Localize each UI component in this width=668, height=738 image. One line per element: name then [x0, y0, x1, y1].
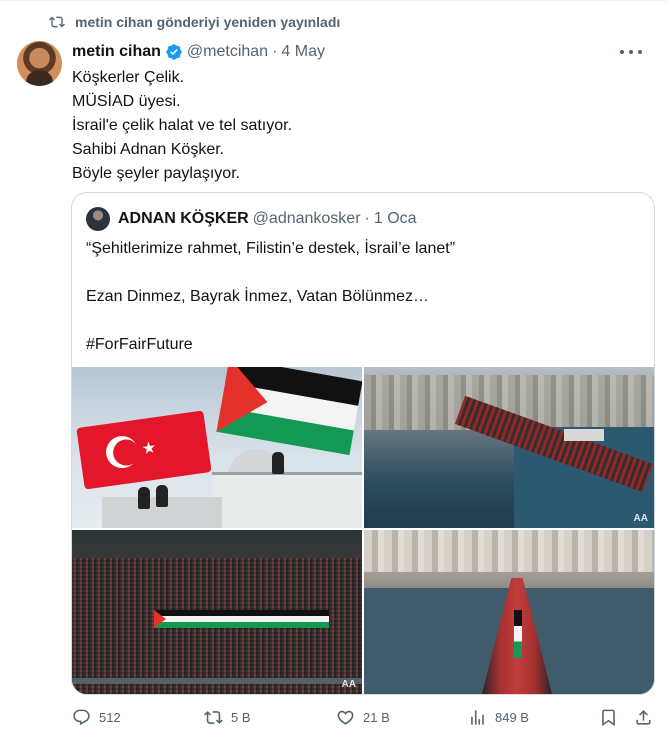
person-figure	[272, 452, 284, 474]
person-figure	[156, 485, 168, 507]
photo-flags-rooftop[interactable]: ★	[72, 367, 362, 528]
photo-bridge-aerial[interactable]: AA	[364, 367, 654, 528]
quote-author-avatar[interactable]	[86, 207, 110, 231]
tweet-line: İsrail'e çelik halat ve tel satıyor.	[72, 117, 293, 134]
author-handle[interactable]: @metcihan	[187, 43, 268, 61]
repost-context[interactable]: metin cihan gönderiyi yeniden yayınladı	[49, 14, 340, 30]
heart-icon	[337, 710, 354, 725]
dot	[629, 50, 633, 54]
photo-crowd-banner[interactable]: AA	[72, 530, 362, 694]
quote-author-handle[interactable]: @adnankosker	[253, 210, 361, 228]
railing	[72, 678, 362, 684]
quote-author-name[interactable]: ADNAN KÖŞKER	[118, 210, 249, 228]
palestinian-banner-icon	[154, 610, 329, 628]
quoted-tweet[interactable]: ADNAN KÖŞKER @adnankosker · 1 Oca “Şehit…	[71, 192, 655, 695]
reply-icon	[73, 709, 90, 726]
bookmark-button[interactable]	[599, 708, 618, 727]
views-button[interactable]: 849 B	[468, 708, 529, 727]
action-bar: 512 5 B 21 B 849 B	[72, 708, 652, 730]
repost-button[interactable]: 5 B	[204, 708, 251, 727]
views-chart-icon	[471, 710, 484, 725]
tweet-line: Böyle şeyler paylaşıyor.	[72, 165, 241, 182]
flag-banner-icon	[514, 610, 522, 658]
photo-bridge-crowd[interactable]	[364, 530, 654, 694]
person-figure	[138, 487, 150, 509]
more-options-icon[interactable]	[620, 43, 642, 61]
city-skyline	[364, 530, 654, 572]
building-shape	[212, 472, 362, 528]
quote-meta-separator: ·	[364, 210, 370, 227]
share-button[interactable]	[634, 708, 653, 727]
repost-icon	[204, 711, 223, 724]
reply-count: 512	[99, 710, 121, 725]
quote-line: “Şehitlerimize rahmet, Filistin’e destek…	[86, 240, 456, 257]
quote-header: ADNAN KÖŞKER @adnankosker · 1 Oca	[86, 207, 417, 231]
meta-separator: ·	[272, 43, 278, 60]
tweet-line: Sahibi Adnan Köşker.	[72, 141, 225, 158]
tweet-line: Köşkerler Çelik.	[72, 69, 185, 86]
top-divider	[0, 0, 668, 1]
tweet-text: Köşkerler Çelik. MÜSİAD üyesi. İsrail'e …	[72, 66, 292, 186]
views-count: 849 B	[495, 710, 529, 725]
palestinian-flag-icon	[216, 367, 362, 456]
like-count: 21 B	[363, 710, 390, 725]
boats	[564, 429, 604, 441]
quote-line: Ezan Dinmez, Bayrak İnmez, Vatan Bölünme…	[86, 288, 429, 305]
dot	[620, 50, 624, 54]
repost-label: metin cihan gönderiyi yeniden yayınladı	[75, 14, 341, 30]
quote-date[interactable]: 1 Oca	[374, 210, 417, 228]
author-avatar[interactable]	[17, 41, 62, 86]
tweet-date[interactable]: 4 May	[281, 43, 325, 61]
repost-count: 5 B	[231, 710, 251, 725]
repost-icon	[49, 16, 65, 28]
verified-badge-icon	[166, 44, 182, 60]
like-button[interactable]: 21 B	[336, 708, 390, 727]
dot	[638, 50, 642, 54]
share-icon	[636, 710, 651, 725]
author-name[interactable]: metin cihan	[72, 43, 161, 61]
reply-button[interactable]: 512	[72, 708, 121, 727]
turkish-flag-icon: ★	[76, 410, 212, 490]
tweet-line: MÜSİAD üyesi.	[72, 93, 181, 110]
quote-text: “Şehitlerimize rahmet, Filistin’e destek…	[86, 237, 455, 357]
quote-hashtag[interactable]: #ForFairFuture	[86, 333, 455, 357]
watermark: AA	[341, 679, 356, 690]
media-grid: ★ AA AA	[72, 367, 654, 694]
bookmark-icon	[602, 709, 615, 727]
tweet-header: metin cihan @metcihan · 4 May	[72, 41, 638, 63]
watermark: AA	[633, 513, 648, 524]
